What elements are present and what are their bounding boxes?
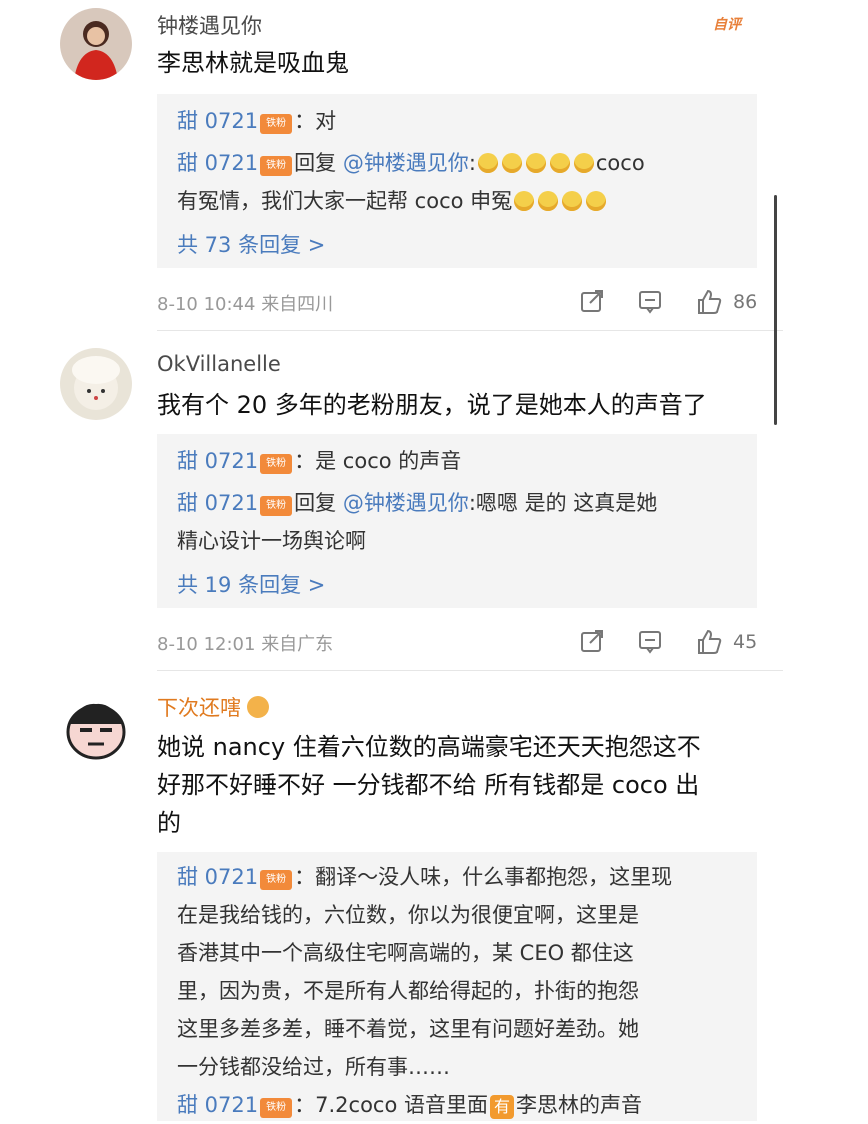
- share-icon[interactable]: [579, 288, 605, 318]
- divider: [157, 330, 783, 331]
- reply-username[interactable]: 甜 0721: [177, 491, 258, 515]
- timestamp: 8-10 12:01: [157, 634, 256, 655]
- comment-line: 好那不好睡不好 一分钱都不给 所有钱都是 coco 出: [157, 771, 700, 799]
- author-tag: 自评: [713, 17, 741, 33]
- avatar[interactable]: [60, 8, 132, 80]
- reply-item: 甜 0721 铁粉 ：翻译～没人味，什么事都抱怨，这里现 在是我给钱的，六位数，你以…: [177, 858, 742, 1086]
- reply-box: 甜 0721 铁粉 ：是 coco 的声音 甜 0721 铁粉 回复 @钟楼遇见你:嗯嗯…: [157, 434, 757, 608]
- crying-emoji-icon: [501, 153, 522, 173]
- reply-text: :嗯嗯 是的 这真是她: [468, 491, 658, 515]
- comment-text: 我有个 20 多年的老粉朋友，说了是她本人的声音了: [157, 391, 707, 419]
- fan-badge: 铁粉: [260, 454, 293, 474]
- crown-badge-icon: [247, 696, 269, 718]
- reply-username[interactable]: 甜 0721: [177, 109, 258, 133]
- reply-box: 甜 0721 铁粉 ：对 甜 0721 铁粉 回复 @钟楼遇见你: coco 有冤情，我们大…: [157, 94, 757, 268]
- like-icon[interactable]: [695, 628, 723, 660]
- share-icon[interactable]: [579, 628, 605, 658]
- more-replies-link[interactable]: 共 73 条回复 >: [177, 229, 325, 259]
- crying-emoji-icon: [525, 153, 546, 173]
- reply-text: 香港其中一个高级住宅啊高端的，某 CEO 都住这: [177, 941, 634, 965]
- fan-badge: 铁粉: [260, 1098, 293, 1118]
- reply-text: 有冤情，我们大家一起帮 coco 申冤: [177, 189, 513, 213]
- crying-emoji-icon: [538, 191, 559, 211]
- reply-item: 甜 0721 铁粉 ：7.2coco 语音里面有李思林的声音: [177, 1086, 742, 1124]
- reply-text: ：翻译～没人味，什么事都抱怨，这里现: [294, 865, 673, 889]
- username[interactable]: OkVillanelle: [157, 352, 281, 376]
- crying-emoji-icon: [477, 153, 498, 173]
- fan-badge: 铁粉: [260, 156, 293, 176]
- reply-prefix: 回复: [294, 151, 343, 175]
- reply-username[interactable]: 甜 0721: [177, 151, 258, 175]
- fan-badge: 铁粉: [260, 870, 293, 890]
- reply-text: ：7.2coco 语音里面: [294, 1093, 488, 1117]
- crying-emoji-icon: [586, 191, 607, 211]
- reply-prefix: 回复: [294, 491, 343, 515]
- username-text[interactable]: 下次还嗐: [157, 696, 241, 720]
- timestamp: 8-10 10:44: [157, 294, 256, 315]
- reply-text: 一分钱都没给过，所有事……: [177, 1055, 450, 1079]
- reply-text: coco: [595, 151, 645, 175]
- comment-text: 她说 nancy 住着六位数的高端豪宅还天天抱怨这不 好那不好睡不好 一分钱都不…: [157, 728, 757, 842]
- reply-text: 在是我给钱的，六位数，你以为很便宜啊，这里是: [177, 903, 639, 927]
- more-replies-link[interactable]: 共 19 条回复 >: [177, 569, 325, 599]
- location: 来自四川: [261, 294, 334, 315]
- comment-line: 她说 nancy 住着六位数的高端豪宅还天天抱怨这不: [157, 733, 701, 761]
- reply-text: 李思林的声音: [516, 1093, 642, 1117]
- mention-link[interactable]: @钟楼遇见你: [343, 491, 469, 515]
- username[interactable]: 下次还嗐: [157, 692, 269, 722]
- reply-username[interactable]: 甜 0721: [177, 865, 258, 889]
- avatar[interactable]: [60, 692, 132, 764]
- reply-item: 甜 0721 铁粉 ：是 coco 的声音: [177, 442, 742, 480]
- reply-text: 里，因为贵，不是所有人都给得起的，扑街的抱怨: [177, 979, 639, 1003]
- like-count: 86: [733, 291, 758, 313]
- location: 来自广东: [261, 634, 334, 655]
- comment-icon[interactable]: [637, 628, 663, 658]
- crying-emoji-icon: [514, 191, 535, 211]
- username[interactable]: 钟楼遇见你: [157, 10, 262, 40]
- comment-text: 李思林就是吸血鬼: [157, 49, 349, 77]
- comment-icon[interactable]: [637, 288, 663, 318]
- like-icon[interactable]: [695, 288, 723, 320]
- reply-username[interactable]: 甜 0721: [177, 1093, 258, 1117]
- fan-badge: 铁粉: [260, 496, 293, 516]
- mention-link[interactable]: @钟楼遇见你: [343, 151, 469, 175]
- reply-text: 精心设计一场舆论啊: [177, 529, 366, 553]
- reply-item: 甜 0721 铁粉 回复 @钟楼遇见你: coco 有冤情，我们大家一起帮 coco 申…: [177, 144, 742, 220]
- crying-emoji-icon: [549, 153, 570, 173]
- reply-box: 甜 0721 铁粉 ：翻译～没人味，什么事都抱怨，这里现 在是我给钱的，六位数，你以…: [157, 852, 757, 1121]
- reply-text: :: [468, 151, 476, 175]
- reply-text: 这里多差多差，睡不着觉，这里有问题好差劲。她: [177, 1017, 639, 1041]
- crying-emoji-icon: [562, 191, 583, 211]
- comment-meta: 8-10 12:01 来自广东: [157, 630, 333, 656]
- reply-text: ：对: [294, 109, 337, 133]
- divider: [157, 670, 783, 671]
- crying-emoji-icon: [573, 153, 594, 173]
- fan-badge: 铁粉: [260, 114, 293, 134]
- reply-text: ：是 coco 的声音: [294, 449, 462, 473]
- scrollbar[interactable]: [774, 195, 777, 425]
- reply-item: 甜 0721 铁粉 回复 @钟楼遇见你:嗯嗯 是的 这真是她精心设计一场舆论啊: [177, 484, 742, 560]
- you-emoji-icon: 有: [490, 1095, 514, 1119]
- comment-line: 的: [157, 809, 181, 837]
- reply-item: 甜 0721 铁粉 ：对: [177, 102, 742, 140]
- like-count: 45: [733, 631, 758, 653]
- comment-meta: 8-10 10:44 来自四川: [157, 290, 333, 316]
- reply-username[interactable]: 甜 0721: [177, 449, 258, 473]
- avatar[interactable]: [60, 348, 132, 420]
